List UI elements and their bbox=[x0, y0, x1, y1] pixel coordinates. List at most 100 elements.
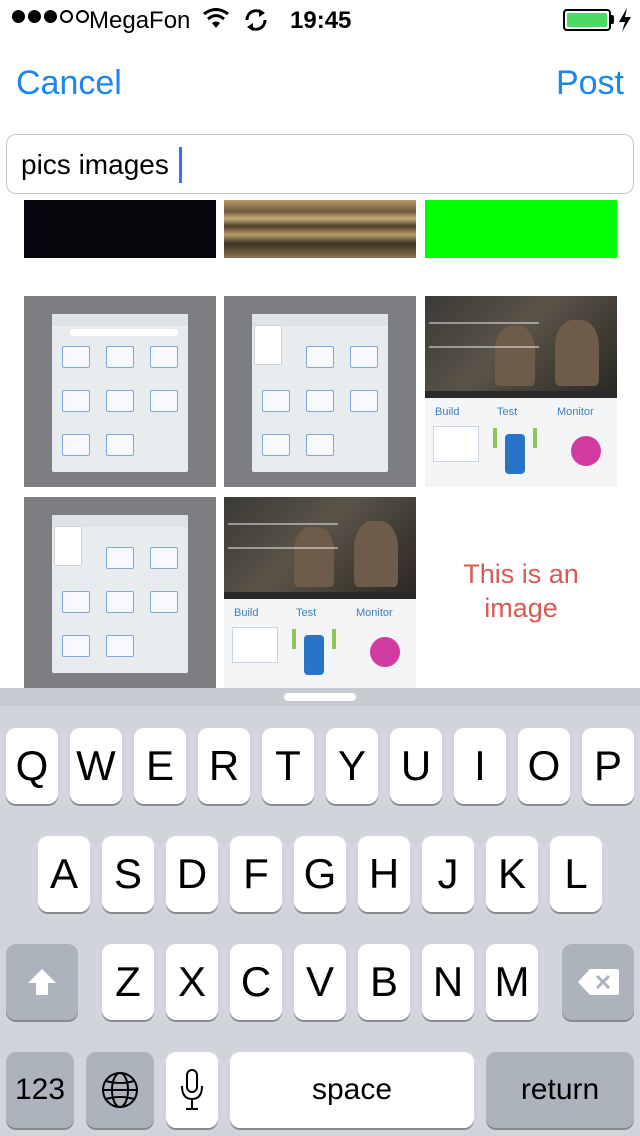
build-illustration bbox=[232, 627, 278, 663]
folder-icon bbox=[106, 591, 134, 613]
key-o[interactable]: O bbox=[518, 728, 570, 804]
screenshot-menu bbox=[54, 526, 82, 566]
key-i[interactable]: I bbox=[454, 728, 506, 804]
key-x[interactable]: X bbox=[166, 944, 218, 1020]
keyboard-drag-bar[interactable] bbox=[0, 688, 640, 706]
screenshot-window bbox=[252, 314, 388, 472]
key-g[interactable]: G bbox=[294, 836, 346, 912]
image-tile-green[interactable] bbox=[425, 200, 617, 258]
test-illustration bbox=[292, 629, 336, 649]
monitor-illustration bbox=[571, 436, 601, 466]
signal-strength-icon bbox=[12, 10, 89, 23]
return-key[interactable]: return bbox=[486, 1052, 634, 1128]
column-title: Build bbox=[435, 406, 460, 418]
charging-bolt-icon bbox=[619, 8, 631, 32]
key-b[interactable]: B bbox=[358, 944, 410, 1020]
folder-icon bbox=[62, 635, 90, 657]
folder-icon bbox=[106, 346, 134, 368]
image-tile-rail-tracks[interactable] bbox=[224, 200, 416, 258]
globe-icon bbox=[102, 1072, 138, 1108]
key-c[interactable]: C bbox=[230, 944, 282, 1020]
shift-key[interactable] bbox=[6, 944, 78, 1020]
folder-icon bbox=[106, 635, 134, 657]
column-title: Test bbox=[296, 607, 317, 619]
cancel-button[interactable]: Cancel bbox=[16, 64, 122, 103]
battery-icon bbox=[563, 9, 611, 31]
folder-icon bbox=[306, 434, 334, 456]
key-w[interactable]: W bbox=[70, 728, 122, 804]
key-k[interactable]: K bbox=[486, 836, 538, 912]
key-n[interactable]: N bbox=[422, 944, 474, 1020]
folder-icon bbox=[150, 390, 178, 412]
folder-icon bbox=[350, 346, 378, 368]
folder-icon bbox=[306, 346, 334, 368]
return-key-label: return bbox=[520, 1073, 600, 1106]
key-d[interactable]: D bbox=[166, 836, 218, 912]
space-key-label: space bbox=[311, 1073, 393, 1106]
folder-icon bbox=[150, 591, 178, 613]
key-v[interactable]: V bbox=[294, 944, 346, 1020]
folder-icon bbox=[262, 434, 290, 456]
image-tile-icloud-menu-screenshot[interactable] bbox=[24, 497, 216, 688]
image-tile-icloud-screenshot[interactable] bbox=[24, 296, 216, 487]
image-tile-website-screenshot[interactable]: Build Test Monitor bbox=[425, 296, 617, 487]
column-title: Build bbox=[234, 607, 259, 619]
backspace-icon bbox=[578, 969, 619, 995]
test-illustration bbox=[493, 428, 537, 448]
column-title: Test bbox=[497, 406, 518, 418]
key-f[interactable]: F bbox=[230, 836, 282, 912]
numbers-key[interactable]: 123 bbox=[6, 1052, 74, 1128]
keyboard: Q W E R T Y U I O P A S D F G H J K L Z … bbox=[0, 688, 640, 1136]
website-logo-strip bbox=[425, 391, 617, 398]
dictation-key[interactable] bbox=[166, 1052, 218, 1128]
key-q[interactable]: Q bbox=[6, 728, 58, 804]
screenshot-window bbox=[52, 515, 188, 673]
screenshot-window bbox=[52, 314, 188, 472]
person-silhouette bbox=[555, 320, 599, 386]
image-results-grid: Build Test Monitor Build Test Monitor Th… bbox=[0, 200, 640, 688]
key-r[interactable]: R bbox=[198, 728, 250, 804]
key-m[interactable]: M bbox=[486, 944, 538, 1020]
battery-fill bbox=[567, 13, 607, 27]
space-key[interactable]: space bbox=[230, 1052, 474, 1128]
carrier-name: MegaFon bbox=[89, 7, 191, 34]
backspace-key[interactable] bbox=[562, 944, 634, 1020]
person-silhouette bbox=[354, 521, 398, 587]
folder-icon bbox=[106, 390, 134, 412]
wifi-icon bbox=[203, 8, 229, 28]
status-time: 19:45 bbox=[290, 7, 352, 34]
key-a[interactable]: A bbox=[38, 836, 90, 912]
image-tile-website-screenshot[interactable]: Build Test Monitor bbox=[224, 497, 416, 688]
column-title: Monitor bbox=[356, 607, 393, 619]
folder-icon bbox=[62, 346, 90, 368]
screenshot-titlebar bbox=[52, 314, 188, 326]
key-j[interactable]: J bbox=[422, 836, 474, 912]
key-s[interactable]: S bbox=[102, 836, 154, 912]
folder-icon bbox=[150, 547, 178, 569]
search-field[interactable] bbox=[6, 134, 634, 194]
hero-text-lines bbox=[228, 523, 338, 549]
key-h[interactable]: H bbox=[358, 836, 410, 912]
key-p[interactable]: P bbox=[582, 728, 634, 804]
key-t[interactable]: T bbox=[262, 728, 314, 804]
screenshot-menu bbox=[254, 325, 282, 365]
key-y[interactable]: Y bbox=[326, 728, 378, 804]
folder-icon bbox=[106, 547, 134, 569]
folder-icon bbox=[262, 390, 290, 412]
numbers-key-label: 123 bbox=[14, 1073, 66, 1106]
image-tile-text-image[interactable]: This is an image bbox=[425, 497, 617, 688]
search-input[interactable] bbox=[21, 143, 621, 187]
hero-text-lines bbox=[429, 322, 539, 348]
key-u[interactable]: U bbox=[390, 728, 442, 804]
keyboard-drag-handle[interactable] bbox=[284, 693, 356, 701]
globe-key[interactable] bbox=[86, 1052, 154, 1128]
key-z[interactable]: Z bbox=[102, 944, 154, 1020]
folder-icon bbox=[106, 434, 134, 456]
microphone-icon bbox=[181, 1069, 203, 1110]
key-e[interactable]: E bbox=[134, 728, 186, 804]
post-button[interactable]: Post bbox=[556, 64, 624, 103]
image-tile-black[interactable] bbox=[24, 200, 216, 258]
signal-dot bbox=[44, 10, 57, 23]
image-tile-icloud-menu-screenshot[interactable] bbox=[224, 296, 416, 487]
key-l[interactable]: L bbox=[550, 836, 602, 912]
